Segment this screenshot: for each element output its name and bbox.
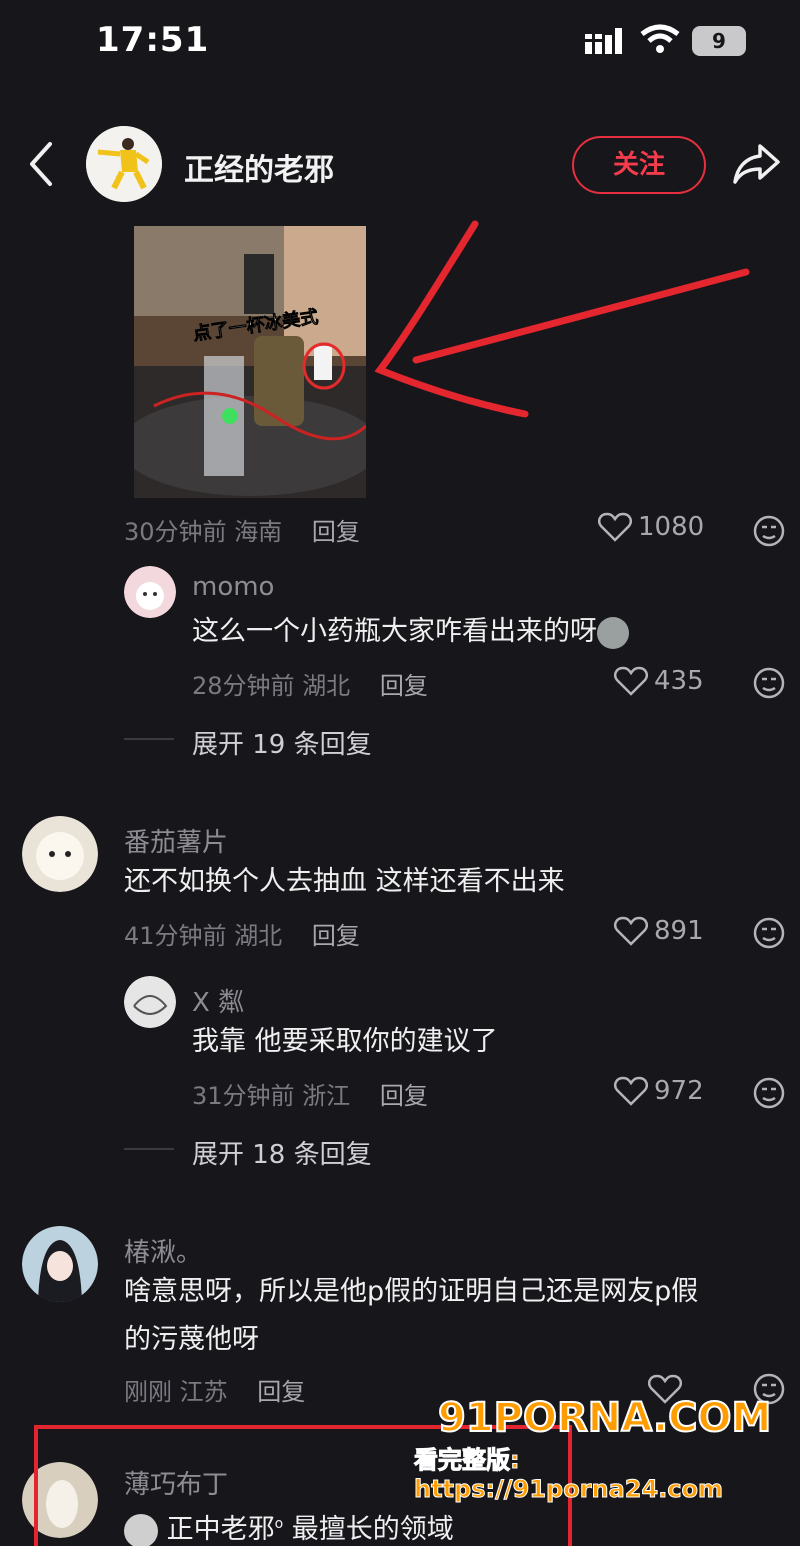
anime-girl-avatar-icon bbox=[22, 1226, 98, 1302]
expand-replies-button[interactable]: 展开 18 条回复 bbox=[192, 1134, 372, 1171]
reply-button[interactable]: 回复 bbox=[380, 672, 428, 700]
commenter-name[interactable]: momo bbox=[192, 572, 274, 602]
red-arrow-annotation bbox=[374, 220, 750, 418]
emoji-react-icon[interactable] bbox=[752, 916, 786, 950]
avatar[interactable] bbox=[124, 976, 176, 1028]
comment-meta: 刚刚 江苏 回复 bbox=[124, 1378, 306, 1406]
reply-button[interactable]: 回复 bbox=[312, 518, 360, 546]
like-button[interactable]: 1080 bbox=[598, 512, 704, 542]
kungfu-figure-icon bbox=[86, 126, 162, 202]
back-arrow-icon[interactable] bbox=[24, 140, 58, 188]
avatar[interactable] bbox=[22, 816, 98, 892]
post-location: 海南 bbox=[234, 518, 283, 546]
divider bbox=[124, 1148, 174, 1150]
avatar[interactable] bbox=[124, 566, 176, 618]
commenter-name[interactable]: 番茄薯片 bbox=[124, 822, 228, 859]
like-count: 1080 bbox=[638, 512, 705, 542]
status-time: 17:51 bbox=[96, 20, 210, 60]
reply-button[interactable]: 回复 bbox=[380, 1082, 428, 1110]
divider bbox=[124, 738, 174, 740]
heart-icon bbox=[598, 512, 632, 542]
emoji-react-icon[interactable] bbox=[752, 1076, 786, 1110]
commenter-name[interactable]: 椿湫。 bbox=[124, 1232, 202, 1269]
heart-icon bbox=[614, 666, 648, 696]
author-avatar[interactable] bbox=[86, 126, 162, 202]
table-scene-image: 点了一杯冰美式 bbox=[134, 226, 366, 498]
follow-button[interactable]: 关注 bbox=[572, 136, 706, 194]
comment-text: 这么一个小药瓶大家咋看出来的呀 bbox=[192, 608, 629, 656]
like-button[interactable]: 435 bbox=[614, 666, 704, 696]
post-meta: 30分钟前 海南 回复 bbox=[124, 512, 360, 547]
cellular-signal-icon bbox=[585, 28, 622, 54]
pink-bunny-avatar-icon bbox=[124, 566, 176, 618]
like-button[interactable]: 972 bbox=[614, 1076, 704, 1106]
money-bag-emoji-icon bbox=[597, 616, 629, 649]
reply-button[interactable]: 回复 bbox=[312, 922, 360, 950]
heart-icon bbox=[614, 1076, 648, 1106]
comment-meta: 28分钟前 湖北 回复 bbox=[192, 672, 428, 700]
wifi-icon bbox=[640, 24, 680, 53]
avatar[interactable] bbox=[22, 1226, 98, 1302]
watermark-brand: 91PORNA.COM bbox=[437, 1394, 772, 1442]
commenter-name[interactable]: X 粼 bbox=[192, 982, 244, 1019]
author-name[interactable]: 正经的老邪 bbox=[184, 145, 334, 189]
fluffy-dog-avatar-icon bbox=[22, 816, 98, 892]
like-button[interactable]: 891 bbox=[614, 916, 704, 946]
comment-text: 啥意思呀，所以是他p假的证明自己还是网友p假 的污蔑他呀 bbox=[124, 1276, 699, 1355]
sketch-avatar-icon bbox=[124, 976, 176, 1028]
reply-button[interactable]: 回复 bbox=[257, 1378, 305, 1406]
emoji-react-icon[interactable] bbox=[752, 666, 786, 700]
post-time: 30分钟前 bbox=[124, 518, 227, 546]
comment-text: 还不如换个人去抽血 这样还看不出来 bbox=[124, 866, 565, 897]
share-icon[interactable] bbox=[732, 140, 782, 188]
expand-replies-button[interactable]: 展开 19 条回复 bbox=[192, 724, 372, 761]
post-image[interactable]: 点了一杯冰美式 bbox=[134, 226, 366, 498]
comment-text: 我靠 他要采取你的建议了 bbox=[192, 1026, 498, 1057]
emoji-react-icon[interactable] bbox=[752, 514, 786, 548]
heart-icon bbox=[614, 916, 648, 946]
comment-meta: 41分钟前 湖北 回复 bbox=[124, 922, 360, 950]
comment-meta: 31分钟前 浙江 回复 bbox=[192, 1082, 428, 1110]
battery-indicator: 9 bbox=[692, 26, 746, 56]
watermark-url: 看完整版: https://91porna24.com bbox=[414, 1446, 724, 1504]
